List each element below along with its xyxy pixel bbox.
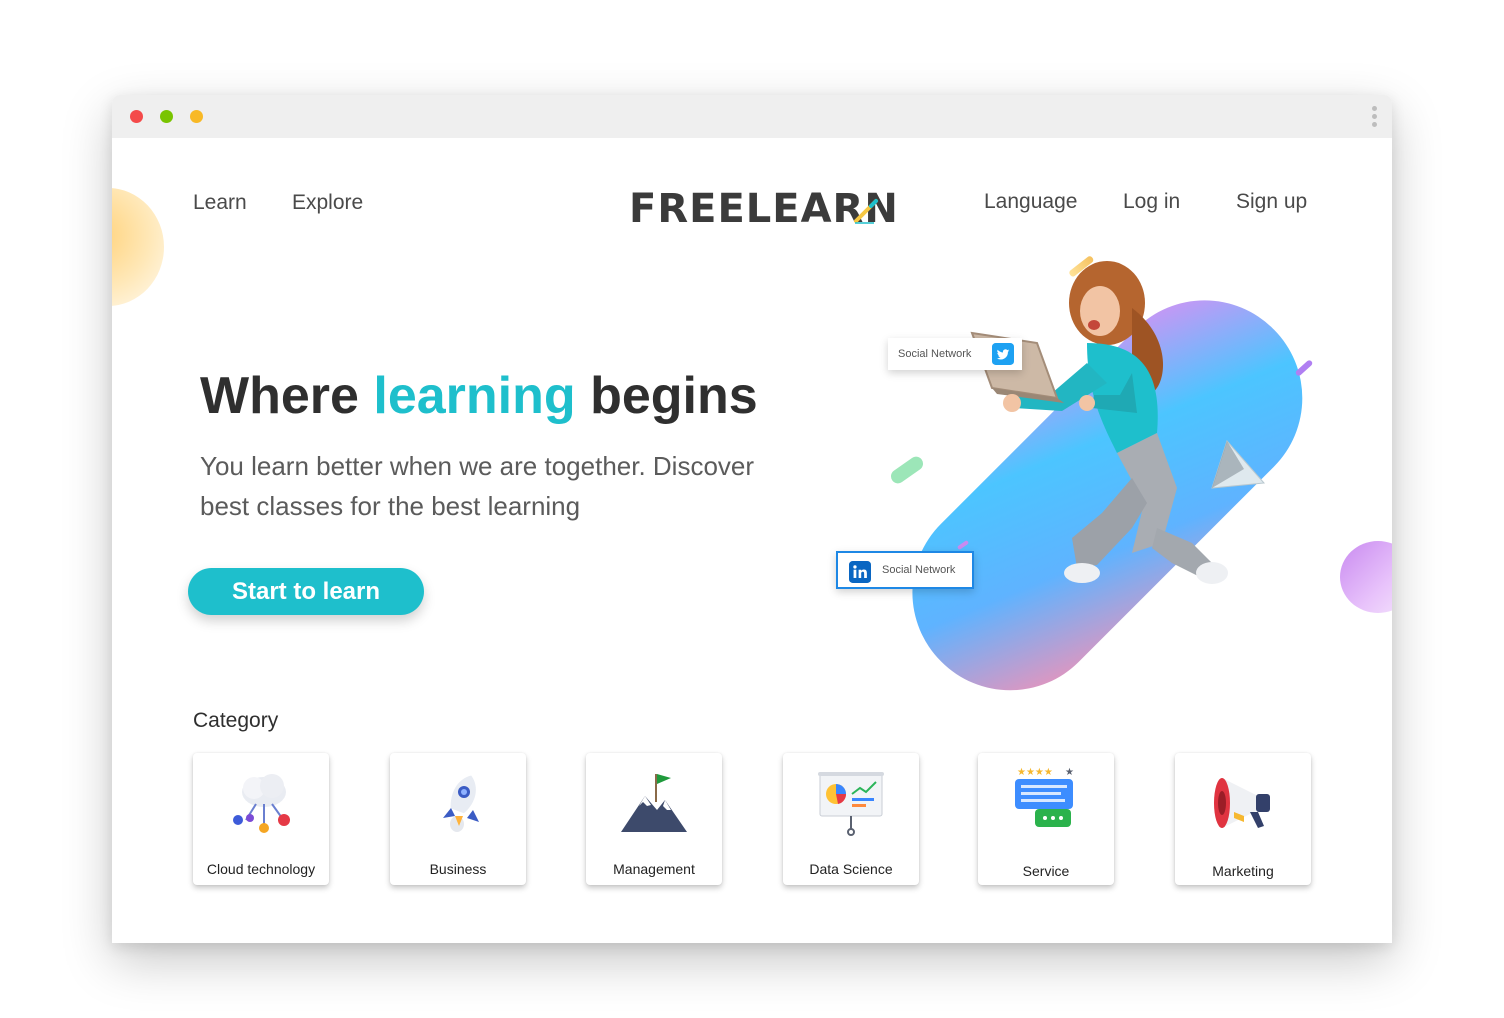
category-card-business[interactable]: Business: [390, 753, 526, 885]
nav-login-link[interactable]: Log in: [1123, 190, 1180, 214]
minimize-window-button[interactable]: [160, 110, 173, 123]
nav-signup-link[interactable]: Sign up: [1236, 190, 1307, 214]
chart-board-icon: [818, 772, 884, 836]
hero-illustration: [890, 256, 1313, 691]
close-window-button[interactable]: [130, 110, 143, 123]
category-label: Management: [613, 861, 695, 877]
category-label: Marketing: [1212, 863, 1274, 879]
start-to-learn-button[interactable]: Start to learn: [188, 568, 424, 615]
hero-title-accent: learning: [373, 367, 576, 425]
cloud-network-icon: [233, 774, 290, 833]
title-bar: [112, 95, 1392, 138]
browser-window: Learn Explore FREELEARN Language Log in …: [112, 95, 1392, 943]
rocket-icon: [443, 775, 479, 832]
category-card-cloud-technology[interactable]: Cloud technology: [193, 753, 329, 885]
decorative-purple-circle: [1340, 541, 1392, 613]
nav-language-link[interactable]: Language: [984, 190, 1077, 214]
linkedin-icon: [849, 561, 871, 583]
svg-text:★: ★: [1065, 767, 1074, 778]
hero-title-part1: Where: [200, 367, 374, 425]
hero-subtitle: You learn better when we are together. D…: [200, 451, 755, 521]
megaphone-icon: [1214, 778, 1270, 828]
page-content: Learn Explore FREELEARN Language Log in …: [112, 138, 1392, 943]
category-label: Data Science: [809, 861, 893, 877]
category-card-marketing[interactable]: Marketing: [1175, 753, 1311, 885]
pencil-icon: [854, 199, 878, 224]
twitter-badge-label: Social Network: [898, 348, 972, 360]
category-heading: Category: [193, 709, 279, 732]
category-card-management[interactable]: Management: [586, 753, 722, 885]
nav-explore-link[interactable]: Explore: [292, 191, 363, 215]
linkedin-badge: Social Network: [836, 551, 974, 589]
linkedin-badge-label: Social Network: [882, 564, 956, 576]
category-label: Cloud technology: [206, 861, 316, 877]
kebab-menu-icon[interactable]: [1370, 106, 1378, 130]
twitter-icon: [992, 343, 1014, 365]
svg-text:★★★★: ★★★★: [1017, 767, 1053, 778]
category-card-service[interactable]: ★★★★ ★ Service: [978, 753, 1114, 885]
category-label: Service: [1022, 863, 1070, 879]
hero-title: Where learning begins: [200, 366, 758, 426]
decorative-yellow-circle: [112, 188, 164, 306]
chat-rating-icon: ★★★★ ★: [1015, 767, 1074, 827]
maximize-window-button[interactable]: [190, 110, 203, 123]
nav-learn-link[interactable]: Learn: [193, 191, 247, 215]
hero-title-part2: begins: [575, 367, 758, 425]
twitter-badge: Social Network: [888, 338, 1022, 370]
mountain-flag-icon: [621, 774, 687, 832]
category-card-data-science[interactable]: Data Science: [783, 753, 919, 885]
category-label: Business: [429, 861, 487, 877]
